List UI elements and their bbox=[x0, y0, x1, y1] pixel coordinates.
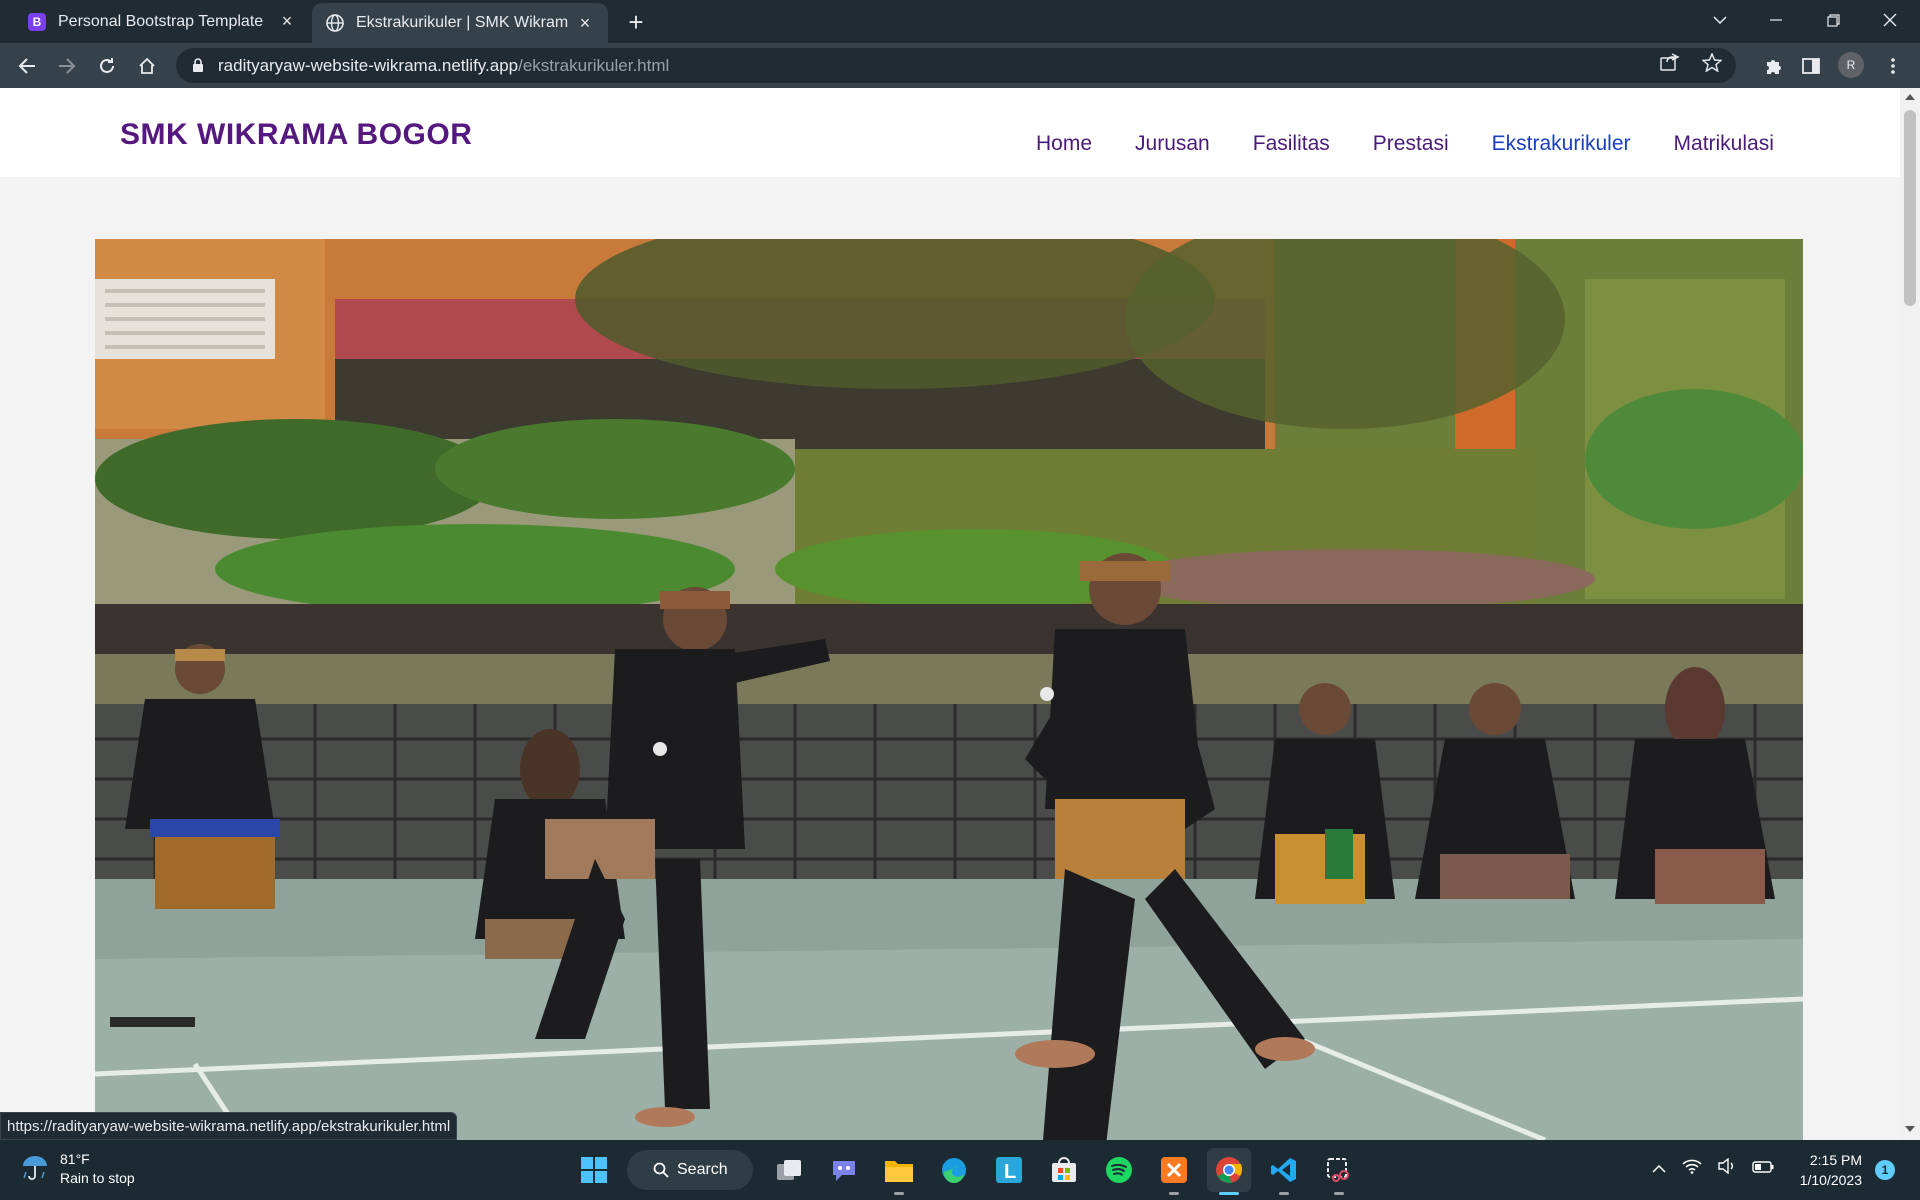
nav-link-jurusan[interactable]: Jurusan bbox=[1135, 132, 1210, 156]
running-indicator bbox=[894, 1192, 904, 1195]
weather-condition: Rain to stop bbox=[60, 1170, 135, 1186]
store-icon[interactable] bbox=[1042, 1148, 1086, 1192]
chrome-icon[interactable] bbox=[1207, 1148, 1251, 1195]
close-icon[interactable]: × bbox=[278, 11, 296, 31]
lock-icon[interactable] bbox=[192, 58, 204, 73]
chevron-up-icon[interactable] bbox=[1652, 1160, 1666, 1178]
weather-widget[interactable]: 81°F Rain to stop bbox=[20, 1150, 135, 1188]
web-page: SMK WIKRAMA BOGOR Home Jurusan Fasilitas… bbox=[0, 88, 1900, 1140]
battery-icon[interactable] bbox=[1752, 1160, 1774, 1178]
site-nav: Home Jurusan Fasilitas Prestasi Ekstraku… bbox=[1036, 132, 1817, 156]
search-icon bbox=[653, 1162, 669, 1178]
task-view-icon[interactable] bbox=[767, 1148, 811, 1192]
link-status-bar: https://radityaryaw-website-wikrama.netl… bbox=[0, 1112, 458, 1140]
nav-link-fasilitas[interactable]: Fasilitas bbox=[1253, 132, 1330, 156]
taskbar-search-button[interactable]: Search bbox=[627, 1150, 753, 1190]
notification-badge[interactable]: 1 bbox=[1875, 1160, 1895, 1180]
clock-time: 2:15 PM bbox=[1809, 1152, 1862, 1168]
nav-link-ekstrakurikuler[interactable]: Ekstrakurikuler bbox=[1492, 132, 1631, 156]
taskbar-pinned-apps: Search L bbox=[572, 1148, 1372, 1195]
running-indicator bbox=[1219, 1192, 1239, 1195]
chat-icon[interactable] bbox=[822, 1148, 866, 1192]
tab-title: Personal Bootstrap Template bbox=[58, 12, 264, 30]
close-window-button[interactable] bbox=[1862, 0, 1918, 40]
reload-icon[interactable] bbox=[92, 51, 122, 81]
nav-link-matrikulasi[interactable]: Matrikulasi bbox=[1674, 132, 1774, 156]
url-host: radityaryaw-website-wikrama.netlify.app bbox=[218, 55, 519, 75]
url-path: /ekstrakurikuler.html bbox=[518, 55, 670, 75]
new-tab-button[interactable]: + bbox=[622, 7, 650, 37]
hero-photo-pencak-silat bbox=[95, 239, 1803, 1140]
svg-text:L: L bbox=[1004, 1161, 1016, 1183]
snipping-tool-icon[interactable] bbox=[1317, 1148, 1361, 1195]
forward-arrow-icon[interactable] bbox=[52, 51, 82, 81]
profile-avatar[interactable]: R bbox=[1838, 52, 1864, 78]
scroll-down-arrow-icon[interactable] bbox=[1905, 1126, 1915, 1132]
share-icon[interactable] bbox=[1660, 53, 1680, 77]
xampp-icon[interactable] bbox=[1152, 1148, 1196, 1195]
globe-icon bbox=[326, 14, 344, 32]
tab-personal-bootstrap[interactable]: B Personal Bootstrap Template × bbox=[14, 0, 310, 43]
bootstrap-b-icon: B bbox=[28, 12, 46, 31]
file-explorer-icon[interactable] bbox=[877, 1148, 921, 1195]
minimize-button[interactable] bbox=[1748, 0, 1804, 40]
side-panel-icon[interactable] bbox=[1796, 51, 1826, 81]
page-scrollbar[interactable] bbox=[1900, 88, 1920, 1140]
rain-umbrella-icon bbox=[20, 1152, 50, 1187]
running-indicator bbox=[1169, 1192, 1179, 1195]
tab-title: Ekstrakurikuler | SMK Wikrama Bo bbox=[356, 14, 568, 31]
volume-icon[interactable] bbox=[1718, 1157, 1736, 1179]
nav-link-home[interactable]: Home bbox=[1036, 132, 1092, 156]
windows-taskbar: 81°F Rain to stop Search L 2:15 PM 1/10/… bbox=[0, 1140, 1920, 1200]
site-navbar: SMK WIKRAMA BOGOR Home Jurusan Fasilitas… bbox=[0, 88, 1900, 177]
spotify-icon[interactable] bbox=[1097, 1148, 1141, 1192]
star-bookmark-icon[interactable] bbox=[1701, 52, 1723, 77]
scrollbar-thumb[interactable] bbox=[1904, 110, 1916, 306]
start-icon[interactable] bbox=[572, 1148, 616, 1192]
back-arrow-icon[interactable] bbox=[12, 51, 42, 81]
address-bar[interactable]: radityaryaw-website-wikrama.netlify.app /… bbox=[176, 48, 1736, 83]
search-label: Search bbox=[677, 1161, 728, 1178]
tab-search-chevron-icon[interactable] bbox=[1692, 0, 1748, 40]
weather-temperature: 81°F bbox=[60, 1151, 90, 1167]
tab-ekstrakurikuler[interactable]: Ekstrakurikuler | SMK Wikrama Bo × bbox=[312, 3, 608, 43]
l-app-icon[interactable]: L bbox=[987, 1148, 1031, 1192]
kebab-menu-icon[interactable] bbox=[1878, 51, 1908, 81]
browser-toolbar: radityaryaw-website-wikrama.netlify.app /… bbox=[0, 43, 1920, 88]
home-icon[interactable] bbox=[132, 51, 162, 81]
wifi-icon[interactable] bbox=[1682, 1158, 1702, 1179]
restore-button[interactable] bbox=[1805, 0, 1861, 40]
taskbar-clock[interactable]: 2:15 PM 1/10/2023 bbox=[1790, 1150, 1862, 1190]
clock-date: 1/10/2023 bbox=[1799, 1172, 1862, 1188]
browser-tab-strip: B Personal Bootstrap Template × Ekstraku… bbox=[0, 0, 1920, 43]
vscode-icon[interactable] bbox=[1262, 1148, 1306, 1195]
extensions-puzzle-icon[interactable] bbox=[1758, 51, 1788, 81]
running-indicator bbox=[1279, 1192, 1289, 1195]
edge-icon[interactable] bbox=[932, 1148, 976, 1192]
site-brand[interactable]: SMK WIKRAMA BOGOR bbox=[120, 118, 472, 152]
close-icon[interactable]: × bbox=[576, 13, 594, 33]
system-tray bbox=[1652, 1157, 1774, 1179]
nav-link-prestasi[interactable]: Prestasi bbox=[1373, 132, 1449, 156]
running-indicator bbox=[1334, 1192, 1344, 1195]
scroll-up-arrow-icon[interactable] bbox=[1905, 94, 1915, 100]
